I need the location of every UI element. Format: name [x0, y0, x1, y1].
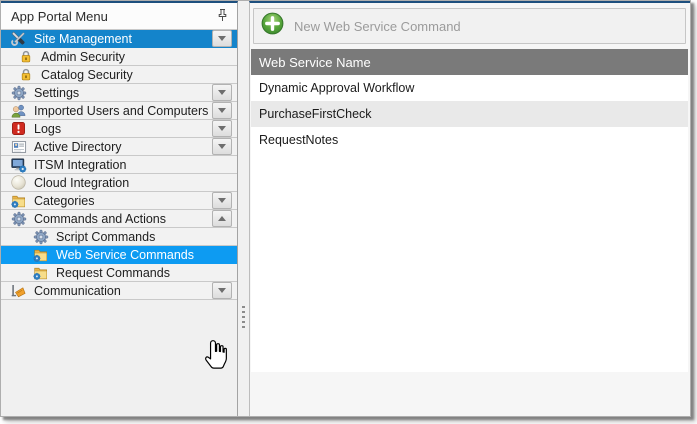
- expand-button[interactable]: [212, 138, 232, 155]
- monitor-gear-icon: [10, 156, 27, 173]
- web-service-name: RequestNotes: [259, 133, 338, 147]
- sidebar-item-label: Admin Security: [41, 50, 125, 64]
- lock-icon: [17, 48, 34, 65]
- sidebar-item-label: Communication: [34, 284, 121, 298]
- web-service-name: Dynamic Approval Workflow: [259, 81, 414, 95]
- chevron-down-icon: [218, 288, 226, 293]
- sidebar-item-label: Logs: [34, 122, 61, 136]
- sidebar-header: App Portal Menu: [1, 3, 237, 30]
- web-service-name: PurchaseFirstCheck: [259, 107, 372, 121]
- sidebar-item-label: Settings: [34, 86, 79, 100]
- expand-button[interactable]: [212, 102, 232, 119]
- lock-icon: [17, 66, 34, 83]
- splitter-grip-icon: [242, 306, 245, 328]
- pin-icon: [216, 8, 229, 25]
- megaphone-icon: [10, 282, 27, 299]
- sidebar-item-active-directory[interactable]: Active Directory: [1, 138, 237, 156]
- chevron-down-icon: [218, 36, 226, 41]
- sidebar-item-communication[interactable]: Communication: [1, 282, 237, 300]
- tools-icon: [10, 30, 27, 47]
- app-window: App Portal Menu Site Management: [0, 0, 691, 417]
- web-service-grid: Web Service Name Dynamic Approval Workfl…: [251, 49, 688, 372]
- sidebar-item-admin-security[interactable]: Admin Security: [1, 48, 237, 66]
- sidebar-item-label: ITSM Integration: [34, 158, 126, 172]
- sidebar-item-cloud-integration[interactable]: Cloud Integration: [1, 174, 237, 192]
- gear-icon: [32, 228, 49, 245]
- sidebar-item-site-management[interactable]: Site Management: [1, 30, 237, 48]
- log-alert-icon: [10, 120, 27, 137]
- chevron-up-icon: [218, 216, 226, 221]
- sidebar-menu: Site Management Admin Security Catalog S…: [1, 30, 237, 300]
- grid-header-label: Web Service Name: [259, 55, 371, 70]
- sidebar-item-label: Web Service Commands: [56, 248, 194, 262]
- sidebar-item-script-commands[interactable]: Script Commands: [1, 228, 237, 246]
- folder-gear-icon: [10, 192, 27, 209]
- add-icon: [261, 12, 284, 40]
- sidebar-item-label: Script Commands: [56, 230, 155, 244]
- grid-body: Dynamic Approval Workflow PurchaseFirstC…: [251, 75, 688, 153]
- table-row[interactable]: RequestNotes: [251, 127, 688, 153]
- sidebar-item-settings[interactable]: Settings: [1, 84, 237, 102]
- sidebar-item-catalog-security[interactable]: Catalog Security: [1, 66, 237, 84]
- pin-button[interactable]: [213, 7, 231, 25]
- cloud-icon: [10, 174, 27, 191]
- sidebar-item-imported-users-and-computers[interactable]: Imported Users and Computers: [1, 102, 237, 120]
- expand-button[interactable]: [212, 30, 232, 47]
- sidebar-item-itsm-integration[interactable]: ITSM Integration: [1, 156, 237, 174]
- new-web-service-command-button[interactable]: New Web Service Command: [253, 8, 686, 44]
- sidebar-item-label: Commands and Actions: [34, 212, 166, 226]
- chevron-down-icon: [218, 198, 226, 203]
- sidebar-item-label: Cloud Integration: [34, 176, 129, 190]
- chevron-down-icon: [218, 144, 226, 149]
- users-icon: [10, 102, 27, 119]
- chevron-down-icon: [218, 90, 226, 95]
- sidebar-item-label: Categories: [34, 194, 94, 208]
- sidebar-item-label: Site Management: [34, 32, 132, 46]
- chevron-down-icon: [218, 108, 226, 113]
- directory-card-icon: [10, 138, 27, 155]
- table-row[interactable]: Dynamic Approval Workflow: [251, 75, 688, 101]
- grid-column-header[interactable]: Web Service Name: [251, 49, 688, 75]
- sidebar: App Portal Menu Site Management: [1, 1, 238, 416]
- expand-button[interactable]: [212, 282, 232, 299]
- table-row[interactable]: PurchaseFirstCheck: [251, 101, 688, 127]
- expand-button[interactable]: [212, 192, 232, 209]
- main-pane: New Web Service Command Web Service Name…: [249, 1, 690, 416]
- sidebar-item-web-service-commands[interactable]: Web Service Commands: [1, 246, 237, 264]
- folder-gear-icon: [32, 246, 49, 263]
- sidebar-item-categories[interactable]: Categories: [1, 192, 237, 210]
- sidebar-title: App Portal Menu: [11, 9, 213, 24]
- folder-gear-icon: [32, 264, 49, 281]
- collapse-button[interactable]: [212, 210, 232, 227]
- sidebar-item-label: Request Commands: [56, 266, 170, 280]
- gear-icon: [10, 210, 27, 227]
- pane-splitter[interactable]: [238, 1, 249, 416]
- sidebar-item-label: Catalog Security: [41, 68, 133, 82]
- new-command-label: New Web Service Command: [294, 19, 461, 34]
- sidebar-item-label: Active Directory: [34, 140, 122, 154]
- sidebar-item-request-commands[interactable]: Request Commands: [1, 264, 237, 282]
- sidebar-item-commands-and-actions[interactable]: Commands and Actions: [1, 210, 237, 228]
- chevron-down-icon: [218, 126, 226, 131]
- gear-icon: [10, 84, 27, 101]
- sidebar-item-label: Imported Users and Computers: [34, 104, 208, 118]
- sidebar-item-logs[interactable]: Logs: [1, 120, 237, 138]
- expand-button[interactable]: [212, 84, 232, 101]
- expand-button[interactable]: [212, 120, 232, 137]
